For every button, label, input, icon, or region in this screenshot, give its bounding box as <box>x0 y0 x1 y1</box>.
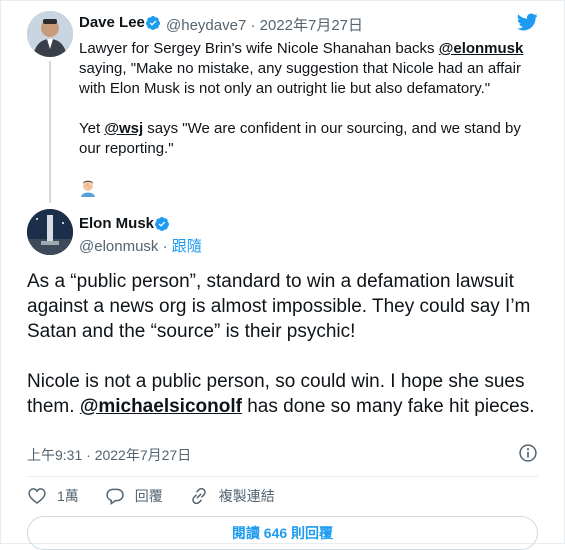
heart-icon <box>28 488 46 505</box>
elon-musk-avatar[interactable] <box>27 209 73 255</box>
handle-separator: · <box>158 238 172 255</box>
parent-text-part: Yet <box>79 120 105 137</box>
mention-michaelsiconolf-link[interactable]: @michaelsiconolf <box>80 396 242 417</box>
verified-badge-icon <box>154 217 169 231</box>
action-bar: 1萬 回覆 複製連結 <box>27 485 301 507</box>
tweet-timestamp[interactable]: 上午9:31 · 2022年7月27日 <box>27 445 191 465</box>
reply-action-button[interactable]: 回覆 <box>105 486 163 506</box>
reply-bubble-icon <box>106 488 124 505</box>
main-handle[interactable]: @elonmusk <box>79 238 158 255</box>
parent-text-part: Lawyer for Sergey Brin's wife Nicole Sha… <box>79 40 439 57</box>
parent-handle-and-date[interactable]: @heydave7 · 2022年7月27日 <box>166 14 363 35</box>
follow-link[interactable]: 跟隨 <box>172 238 202 255</box>
verified-badge-icon <box>145 16 160 30</box>
parent-tweet-text: Lawyer for Sergey Brin's wife Nicole Sha… <box>79 39 539 159</box>
divider <box>27 476 538 477</box>
main-tweet-text: As a “public person”, standard to win a … <box>27 269 547 419</box>
main-handle-line: @elonmusk · 跟隨 <box>79 235 202 256</box>
reply-label: 回覆 <box>134 488 163 504</box>
dave-lee-avatar[interactable] <box>27 11 73 57</box>
mention-wsj-link[interactable]: @wsj <box>104 120 143 137</box>
link-icon <box>191 487 206 505</box>
main-text-part: has done so many fake hit pieces. <box>241 396 535 417</box>
main-text-paragraph: As a “public person”, standard to win a … <box>27 271 531 342</box>
copy-link-button[interactable]: 複製連結 <box>189 486 275 506</box>
like-count: 1萬 <box>57 488 79 504</box>
twitter-bird-icon[interactable] <box>514 11 540 33</box>
like-button[interactable]: 1萬 <box>27 486 79 506</box>
mention-elonmusk-link[interactable]: @elonmusk <box>439 40 524 57</box>
tweet-card: Dave Lee @heydave7 · 2022年7月27日 Lawyer f… <box>0 0 565 550</box>
main-author-name[interactable]: Elon Musk <box>79 215 154 232</box>
parent-text-part: saying, "Make no mistake, any suggestion… <box>79 60 521 97</box>
read-replies-button[interactable]: 閱讀 646 則回覆 <box>27 516 538 550</box>
parent-author-name[interactable]: Dave Lee <box>79 14 145 31</box>
thread-connector-line <box>49 61 51 203</box>
parent-text-part: says "We are confident in our sourcing, … <box>79 120 521 157</box>
copy-link-label: 複製連結 <box>218 488 275 504</box>
facepalm-emoji-icon <box>81 180 95 197</box>
info-icon[interactable] <box>518 443 538 463</box>
